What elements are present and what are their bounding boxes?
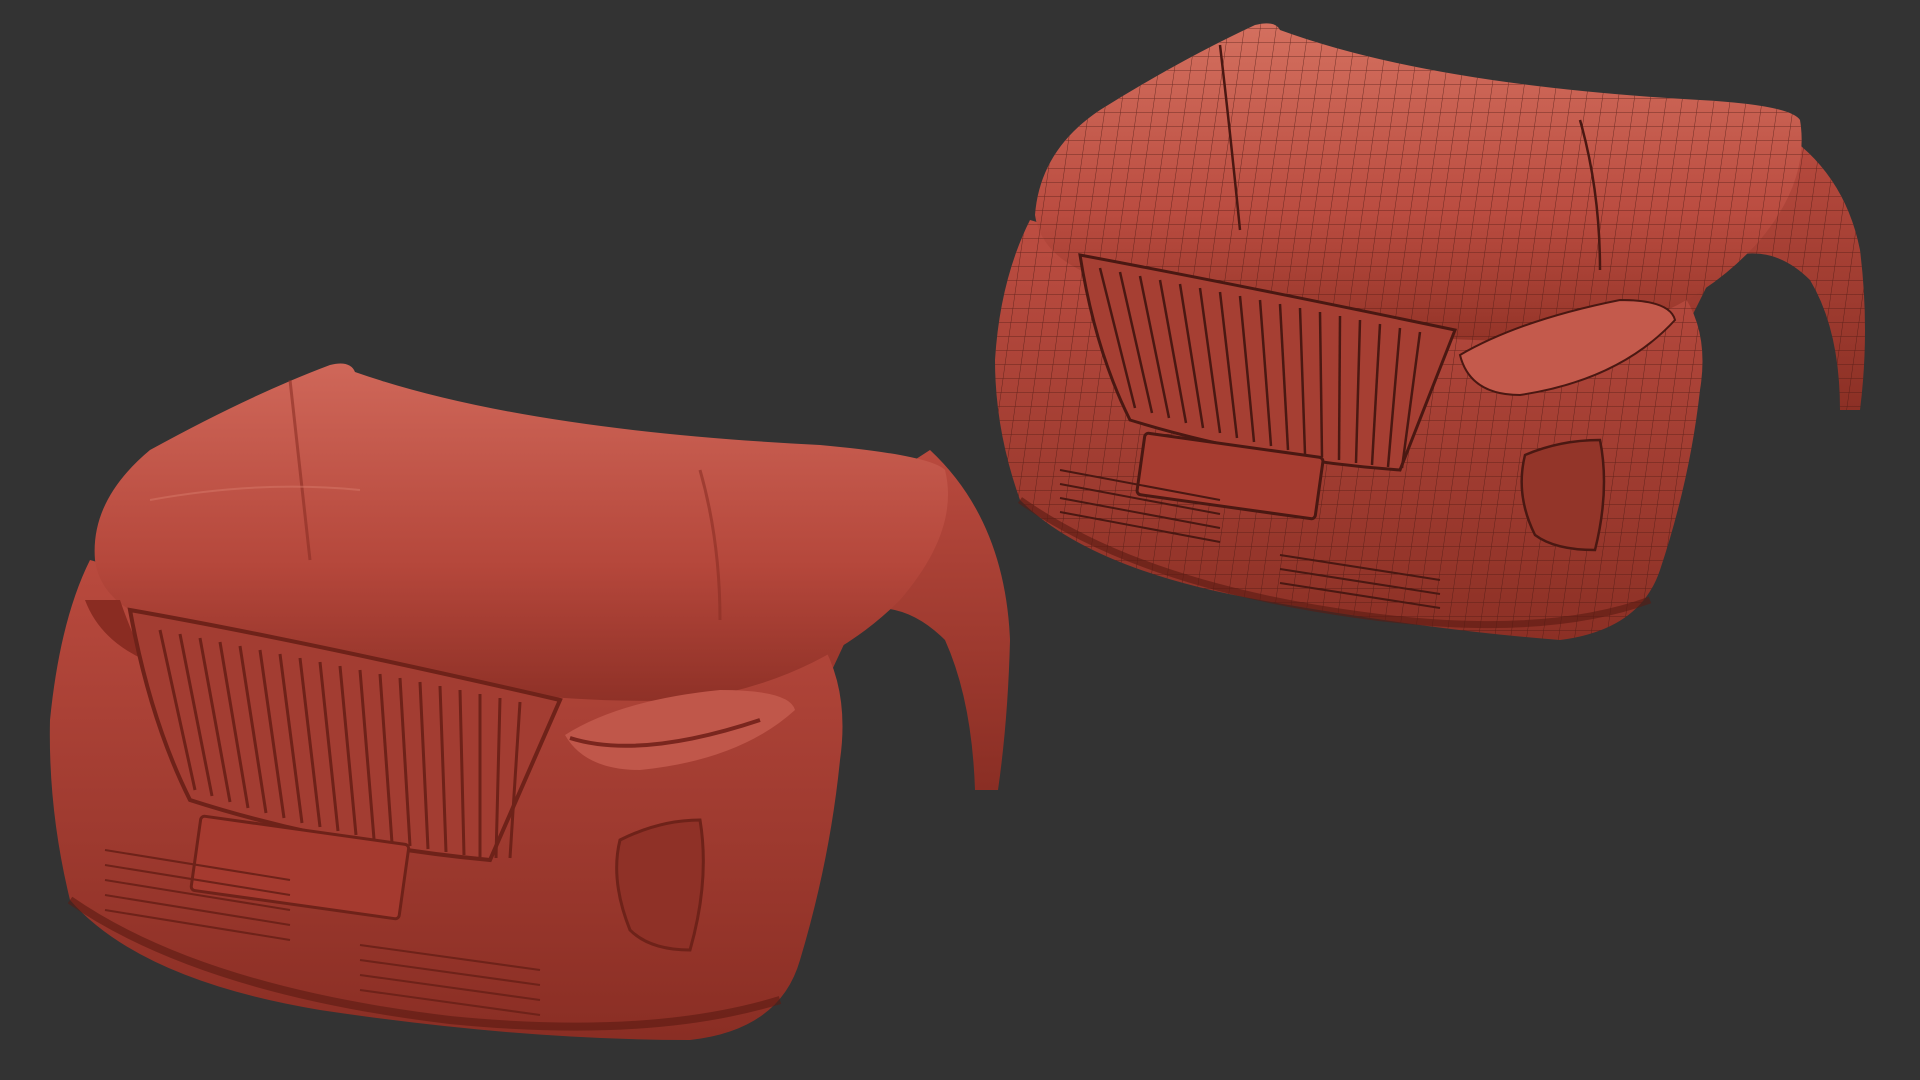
- fog-lamp-right-wire: [1520, 438, 1606, 552]
- 3d-viewport[interactable]: [0, 0, 1920, 1080]
- front-fascia-wireframe-model: [995, 23, 1865, 640]
- front-fascia-shaded-model: [49, 363, 1010, 1040]
- render-scene: [49, 23, 1865, 1040]
- fog-lamp-right: [615, 818, 705, 952]
